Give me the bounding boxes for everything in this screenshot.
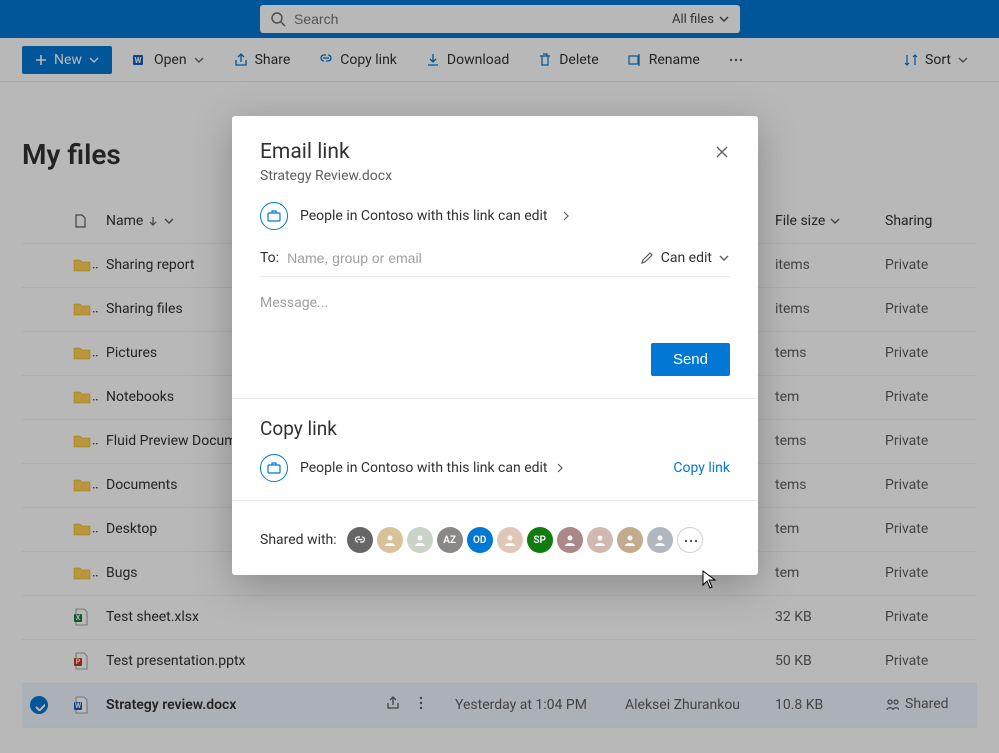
pencil-icon <box>639 250 655 266</box>
to-label: To: <box>260 250 279 266</box>
shared-with-avatars: AZOD SP <box>347 527 703 553</box>
shared-with-label: Shared with: <box>260 532 337 548</box>
copy-link-header: Copy link <box>260 417 730 440</box>
copy-link-scope-button[interactable]: People in Contoso with this link can edi… <box>300 460 566 476</box>
send-button[interactable]: Send <box>651 343 730 376</box>
shared-link-chip[interactable] <box>347 527 373 553</box>
close-icon <box>714 144 730 160</box>
avatar[interactable] <box>647 527 673 553</box>
chevron-right-icon <box>560 210 572 222</box>
more-people-button[interactable] <box>677 527 703 553</box>
avatar[interactable] <box>617 527 643 553</box>
avatar[interactable] <box>377 527 403 553</box>
to-input[interactable] <box>287 250 631 266</box>
avatar[interactable] <box>557 527 583 553</box>
dialog-title: Email link <box>260 140 350 164</box>
link-scope-button[interactable]: People in Contoso with this link can edi… <box>260 202 730 230</box>
permission-label: Can edit <box>661 250 712 266</box>
avatar[interactable] <box>497 527 523 553</box>
avatar[interactable] <box>407 527 433 553</box>
copy-link-action[interactable]: Copy link <box>673 460 730 476</box>
avatar[interactable]: SP <box>527 527 553 553</box>
dialog-close-button[interactable] <box>714 144 730 160</box>
chevron-right-icon <box>554 462 566 474</box>
chevron-down-icon <box>718 252 730 264</box>
briefcase-icon <box>260 454 288 482</box>
link-scope-text: People in Contoso with this link can edi… <box>300 208 548 224</box>
avatar[interactable] <box>587 527 613 553</box>
cursor-icon <box>702 570 718 590</box>
avatar[interactable]: OD <box>467 527 493 553</box>
permission-picker[interactable]: Can edit <box>639 250 730 266</box>
share-dialog: Email link Strategy Review.docx People i… <box>232 116 758 575</box>
avatar[interactable]: AZ <box>437 527 463 553</box>
message-input[interactable]: Message... <box>260 295 730 335</box>
briefcase-icon <box>260 202 288 230</box>
copy-link-scope-text: People in Contoso with this link can edi… <box>300 460 548 476</box>
dialog-filename: Strategy Review.docx <box>260 168 730 184</box>
